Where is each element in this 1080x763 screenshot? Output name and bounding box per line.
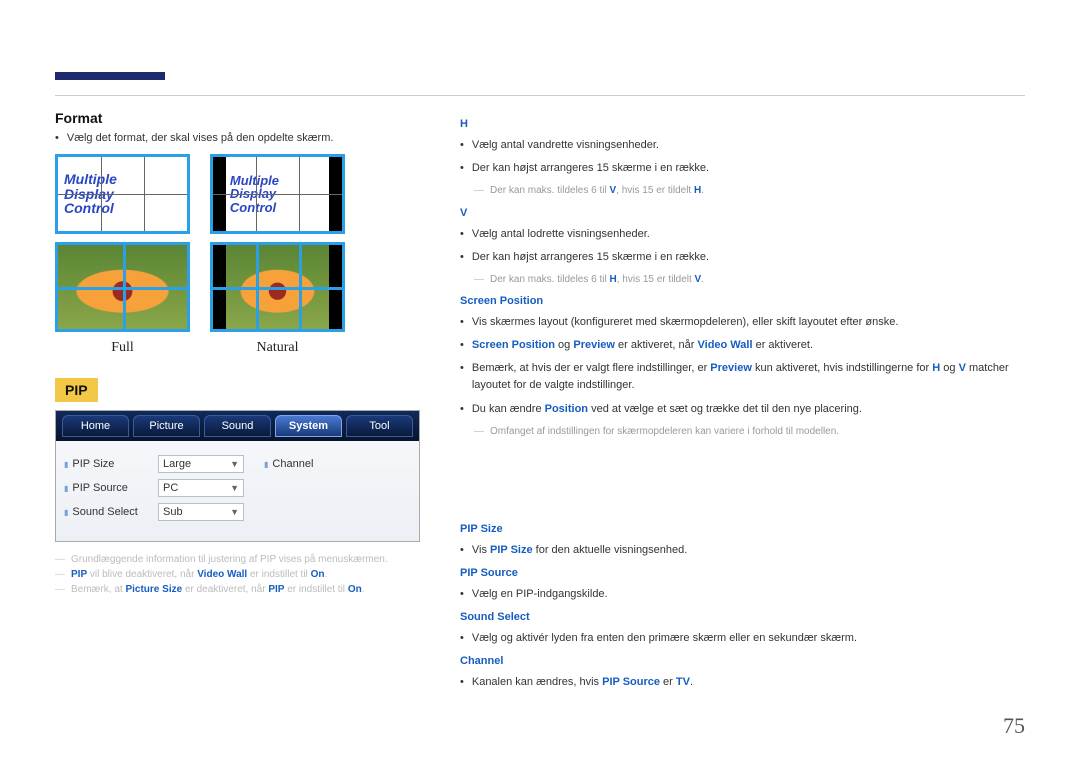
header-rule bbox=[55, 95, 1025, 96]
v-b2: Der kan højst arrangeres 15 skærme i en … bbox=[460, 249, 1025, 266]
diagram-full-mdc: Multiple Display Control bbox=[55, 154, 190, 234]
pip-note-1: Grundlæggende information til justering … bbox=[55, 554, 420, 565]
pip-notes: Grundlæggende information til justering … bbox=[55, 554, 420, 595]
h-sub: Der kan maks. tildeles 6 til V, hvis 15 … bbox=[474, 183, 1025, 199]
header-bar bbox=[55, 72, 165, 80]
channel-heading: Channel bbox=[460, 653, 1025, 670]
chevron-down-icon: ▼ bbox=[230, 459, 239, 469]
h-b1: Vælg antal vandrette visningsenheder. bbox=[460, 137, 1025, 154]
tab-picture[interactable]: Picture bbox=[133, 415, 200, 437]
pipsize-b: Vis PIP Size for den aktuelle visningsen… bbox=[460, 542, 1025, 559]
pip-body: PIP Size Large▼ Channel PIP Source PC▼ S… bbox=[56, 441, 419, 541]
chevron-down-icon: ▼ bbox=[230, 483, 239, 493]
pipsource-heading: PIP Source bbox=[460, 565, 1025, 582]
diagram-full-label: Full bbox=[111, 340, 134, 356]
page-number: 75 bbox=[1003, 713, 1025, 739]
soundselect-heading: Sound Select bbox=[460, 609, 1025, 626]
pip-badge: PIP bbox=[55, 378, 98, 402]
pip-source-label: PIP Source bbox=[64, 482, 152, 494]
v-sub: Der kan maks. tildeles 6 til H, hvis 15 … bbox=[474, 272, 1025, 288]
sp-b4: Du kan ændre Position ved at vælge et sæ… bbox=[460, 401, 1025, 418]
pip-tabs: Home Picture Sound System Tool bbox=[56, 411, 419, 441]
tab-home[interactable]: Home bbox=[62, 415, 129, 437]
pip-panel: Home Picture Sound System Tool PIP Size … bbox=[55, 410, 420, 542]
page-content: Format Vælg det format, der skal vises p… bbox=[55, 110, 1025, 697]
diagram-full-photo bbox=[55, 242, 190, 332]
pip-note-3: Bemærk, at Picture Size er deaktiveret, … bbox=[55, 584, 420, 595]
format-desc: Vælg det format, der skal vises på den o… bbox=[55, 132, 420, 144]
pipsize-heading: PIP Size bbox=[460, 521, 1025, 538]
pip-row-size: PIP Size Large▼ Channel bbox=[64, 455, 413, 473]
pip-size-dropdown[interactable]: Large▼ bbox=[158, 455, 244, 473]
pip-sound-dropdown[interactable]: Sub▼ bbox=[158, 503, 244, 521]
sp-b2: Screen Position og Preview er aktiveret,… bbox=[460, 337, 1025, 354]
pip-row-sound: Sound Select Sub▼ bbox=[64, 503, 413, 521]
v-b1: Vælg antal lodrette visningsenheder. bbox=[460, 226, 1025, 243]
chevron-down-icon: ▼ bbox=[230, 507, 239, 517]
h-b2: Der kan højst arrangeres 15 skærme i en … bbox=[460, 160, 1025, 177]
diagram-nat-mdc: Multiple Display Control bbox=[210, 154, 345, 234]
diagram-full: Multiple Display Control Full bbox=[55, 154, 190, 356]
pip-sound-label: Sound Select bbox=[64, 506, 152, 518]
sp-sub: Omfanget af indstillingen for skærmopdel… bbox=[474, 424, 1025, 440]
right-column: H Vælg antal vandrette visningsenheder. … bbox=[460, 110, 1025, 697]
sp-b1: Vis skærmes layout (konfigureret med skæ… bbox=[460, 314, 1025, 331]
pipsource-b: Vælg en PIP-indgangskilde. bbox=[460, 586, 1025, 603]
diagram-nat-label: Natural bbox=[257, 340, 299, 356]
pip-row-source: PIP Source PC▼ bbox=[64, 479, 413, 497]
tab-sound[interactable]: Sound bbox=[204, 415, 271, 437]
v-heading: V bbox=[460, 205, 1025, 222]
pip-note-2: PIP vil blive deaktiveret, når Video Wal… bbox=[55, 569, 420, 580]
pip-source-dropdown[interactable]: PC▼ bbox=[158, 479, 244, 497]
tab-tool[interactable]: Tool bbox=[346, 415, 413, 437]
tab-system[interactable]: System bbox=[275, 415, 342, 437]
diagram-natural: Multiple Display Control Natural bbox=[210, 154, 345, 356]
h-heading: H bbox=[460, 116, 1025, 133]
format-diagrams: Multiple Display Control Full Multiple D… bbox=[55, 154, 420, 356]
channel-b: Kanalen kan ændres, hvis PIP Source er T… bbox=[460, 674, 1025, 691]
pip-channel-label: Channel bbox=[264, 458, 352, 470]
diagram-nat-photo bbox=[210, 242, 345, 332]
format-heading: Format bbox=[55, 110, 420, 126]
sp-b3: Bemærk, at hvis der er valgt flere indst… bbox=[460, 360, 1025, 394]
soundselect-b: Vælg og aktivér lyden fra enten den prim… bbox=[460, 630, 1025, 647]
left-column: Format Vælg det format, der skal vises p… bbox=[55, 110, 420, 697]
sp-heading: Screen Position bbox=[460, 293, 1025, 310]
pip-size-label: PIP Size bbox=[64, 458, 152, 470]
